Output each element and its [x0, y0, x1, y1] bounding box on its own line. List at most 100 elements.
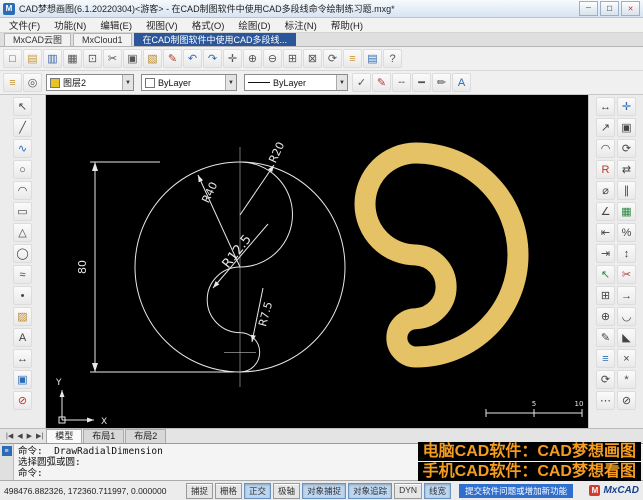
toolbar-icon[interactable]: ✏: [432, 73, 451, 92]
status-toggle[interactable]: DYN: [394, 483, 422, 499]
toolbar-icon[interactable]: A: [452, 73, 471, 92]
toolbar-icon[interactable]: ⊠: [303, 49, 322, 68]
toolbar-icon[interactable]: ↷: [203, 49, 222, 68]
toolbar-icon[interactable]: ✎: [163, 49, 182, 68]
feedback-button[interactable]: 提交软件问题或增加新功能: [459, 484, 573, 498]
modify-tool-icon[interactable]: ◡: [617, 307, 636, 326]
toolbar-icon[interactable]: ≡: [343, 49, 362, 68]
dimension-tool-icon[interactable]: R: [596, 160, 615, 179]
dimension-tool-icon[interactable]: ⟳: [596, 370, 615, 389]
toolbar-icon[interactable]: □: [3, 49, 22, 68]
modify-tool-icon[interactable]: %: [617, 223, 636, 242]
draw-tool-icon[interactable]: ◠: [13, 181, 32, 200]
modify-tool-icon[interactable]: ✂: [617, 265, 636, 284]
toolbar-icon[interactable]: ━: [412, 73, 431, 92]
draw-tool-icon[interactable]: △: [13, 223, 32, 242]
toolbar-icon[interactable]: ✛: [223, 49, 242, 68]
draw-tool-icon[interactable]: ∿: [13, 139, 32, 158]
draw-tool-icon[interactable]: ▨: [13, 307, 32, 326]
toolbar-icon[interactable]: ▦: [63, 49, 82, 68]
draw-tool-icon[interactable]: ◯: [13, 244, 32, 263]
layout-nav-arrow[interactable]: |◀: [4, 432, 15, 440]
modify-tool-icon[interactable]: ✛: [617, 97, 636, 116]
toolbar-icon[interactable]: ▥: [43, 49, 62, 68]
toolbar-icon[interactable]: ≡: [3, 73, 22, 92]
toolbar-icon[interactable]: ✎: [372, 73, 391, 92]
layout-nav-arrow[interactable]: ▶|: [34, 432, 45, 440]
layout-nav-arrow[interactable]: ◀: [15, 432, 24, 440]
menu-item[interactable]: 帮助(H): [324, 18, 370, 32]
minimize-button[interactable]: ─: [579, 1, 598, 16]
document-tab[interactable]: 在CAD制图软件中使用CAD多段线...: [134, 33, 297, 46]
status-toggle[interactable]: 栅格: [215, 483, 242, 499]
dimension-tool-icon[interactable]: ⋯: [596, 391, 615, 410]
modify-tool-icon[interactable]: ⇄: [617, 160, 636, 179]
toolbar-icon[interactable]: ⊕: [243, 49, 262, 68]
dimension-tool-icon[interactable]: ◠: [596, 139, 615, 158]
draw-tool-icon[interactable]: •: [13, 286, 32, 305]
draw-tool-icon[interactable]: ▭: [13, 202, 32, 221]
status-toggle[interactable]: 捕捉: [186, 483, 213, 499]
menu-item[interactable]: 格式(O): [185, 18, 232, 32]
modify-tool-icon[interactable]: ∥: [617, 181, 636, 200]
modify-tool-icon[interactable]: ×: [617, 349, 636, 368]
draw-tool-icon[interactable]: ▣: [13, 370, 32, 389]
dimension-tool-icon[interactable]: ⌀: [596, 181, 615, 200]
toolbar-icon[interactable]: ⊡: [83, 49, 102, 68]
toolbar-icon[interactable]: ⊞: [283, 49, 302, 68]
toolbar-icon[interactable]: ↶: [183, 49, 202, 68]
dimension-tool-icon[interactable]: ≡: [596, 349, 615, 368]
modify-tool-icon[interactable]: ⊘: [617, 391, 636, 410]
dimension-tool-icon[interactable]: ⊕: [596, 307, 615, 326]
draw-tool-icon[interactable]: ≈: [13, 265, 32, 284]
toolbar-icon[interactable]: ╌: [392, 73, 411, 92]
modify-tool-icon[interactable]: ◣: [617, 328, 636, 347]
toolbar-icon[interactable]: ?: [383, 49, 402, 68]
dimension-tool-icon[interactable]: ⇤: [596, 223, 615, 242]
draw-tool-icon[interactable]: ↔: [13, 349, 32, 368]
modify-tool-icon[interactable]: ↕: [617, 244, 636, 263]
dimension-tool-icon[interactable]: ⊞: [596, 286, 615, 305]
toolbar-icon[interactable]: ▤: [363, 49, 382, 68]
menu-item[interactable]: 绘图(D): [231, 18, 277, 32]
linetype-dropdown[interactable]: ByLayer ▼: [244, 74, 348, 91]
toolbar-icon[interactable]: ✂: [103, 49, 122, 68]
status-toggle[interactable]: 极轴: [273, 483, 300, 499]
dimension-tool-icon[interactable]: ↔: [596, 97, 615, 116]
polyline-comma-gold[interactable]: [365, 153, 518, 357]
draw-tool-icon[interactable]: A: [13, 328, 32, 347]
toolbar-icon[interactable]: ▧: [143, 49, 162, 68]
drawing-canvas[interactable]: 80 R40 R20 R12.5 R7.5 Y X 5 10: [46, 95, 588, 428]
modify-tool-icon[interactable]: ▣: [617, 118, 636, 137]
toolbar-icon[interactable]: ◎: [23, 73, 42, 92]
menu-item[interactable]: 视图(V): [139, 18, 185, 32]
modify-tool-icon[interactable]: *: [617, 370, 636, 389]
layout-nav-arrow[interactable]: ▶: [25, 432, 34, 440]
menu-item[interactable]: 编辑(E): [93, 18, 139, 32]
dimension-tool-icon[interactable]: ✎: [596, 328, 615, 347]
layout-tab[interactable]: 模型: [46, 429, 82, 443]
status-toggle[interactable]: 线宽: [424, 483, 451, 499]
status-toggle[interactable]: 对象捕捉: [302, 483, 346, 499]
draw-tool-icon[interactable]: ↖: [13, 97, 32, 116]
dimension-tool-icon[interactable]: ↖: [596, 265, 615, 284]
modify-tool-icon[interactable]: ▦: [617, 202, 636, 221]
status-toggle[interactable]: 对象追踪: [348, 483, 392, 499]
dimension-tool-icon[interactable]: ∠: [596, 202, 615, 221]
s-curve-arcs[interactable]: [207, 162, 292, 372]
status-toggle[interactable]: 正交: [244, 483, 271, 499]
dimension-tool-icon[interactable]: ⇥: [596, 244, 615, 263]
menu-item[interactable]: 功能(N): [47, 18, 93, 32]
draw-tool-icon[interactable]: ○: [13, 160, 32, 179]
document-tab[interactable]: MxCloud1: [73, 33, 132, 46]
dim-r20-line[interactable]: [240, 165, 274, 215]
menu-item[interactable]: 标注(N): [278, 18, 324, 32]
close-button[interactable]: ✕: [621, 1, 640, 16]
dimension-tool-icon[interactable]: ↗: [596, 118, 615, 137]
color-dropdown[interactable]: ByLayer ▼: [141, 74, 237, 91]
menu-item[interactable]: 文件(F): [2, 18, 47, 32]
document-tab[interactable]: MxCAD云图: [4, 33, 71, 46]
toolbar-icon[interactable]: ▤: [23, 49, 42, 68]
command-panel-icon[interactable]: ≡: [2, 446, 12, 456]
draw-tool-icon[interactable]: ⊘: [13, 391, 32, 410]
